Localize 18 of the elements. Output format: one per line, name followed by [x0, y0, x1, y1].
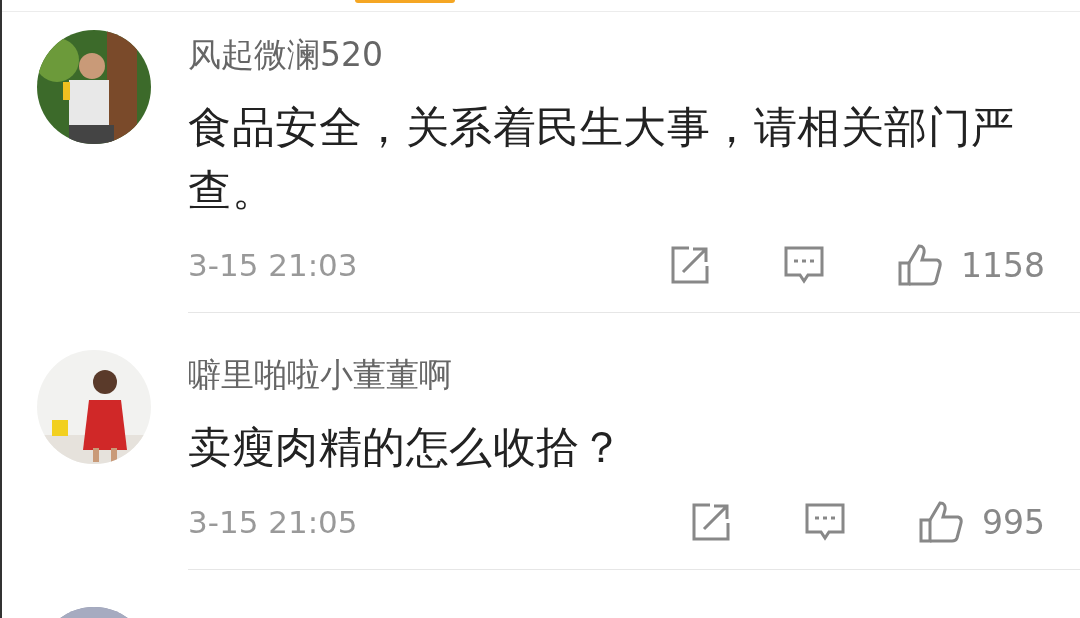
user-name[interactable]: 噼里啪啦小董董啊 [188, 356, 1045, 394]
thumbs-up-icon [918, 500, 964, 544]
reply-button[interactable] [783, 245, 825, 285]
share-icon [669, 244, 711, 286]
share-button[interactable] [690, 501, 732, 543]
thumbs-up-icon [897, 243, 943, 287]
like-button[interactable]: 995 [918, 500, 1045, 544]
user-name[interactable]: 风起微澜520 [188, 36, 1045, 74]
comment-icon [783, 245, 825, 285]
like-button[interactable]: 1158 [897, 243, 1045, 287]
comment-text: 食品安全，关系着民生大事，请相关部门严查。 [188, 101, 1016, 217]
share-icon [690, 501, 732, 543]
comment-text: 卖瘦肉精的怎么收拾？ [188, 421, 624, 474]
share-button[interactable] [669, 244, 711, 286]
comment-icon [804, 502, 846, 542]
comment-time: 3-15 21:03 [188, 247, 358, 283]
comment-time: 3-15 21:05 [188, 504, 358, 540]
reply-button[interactable] [804, 502, 846, 542]
